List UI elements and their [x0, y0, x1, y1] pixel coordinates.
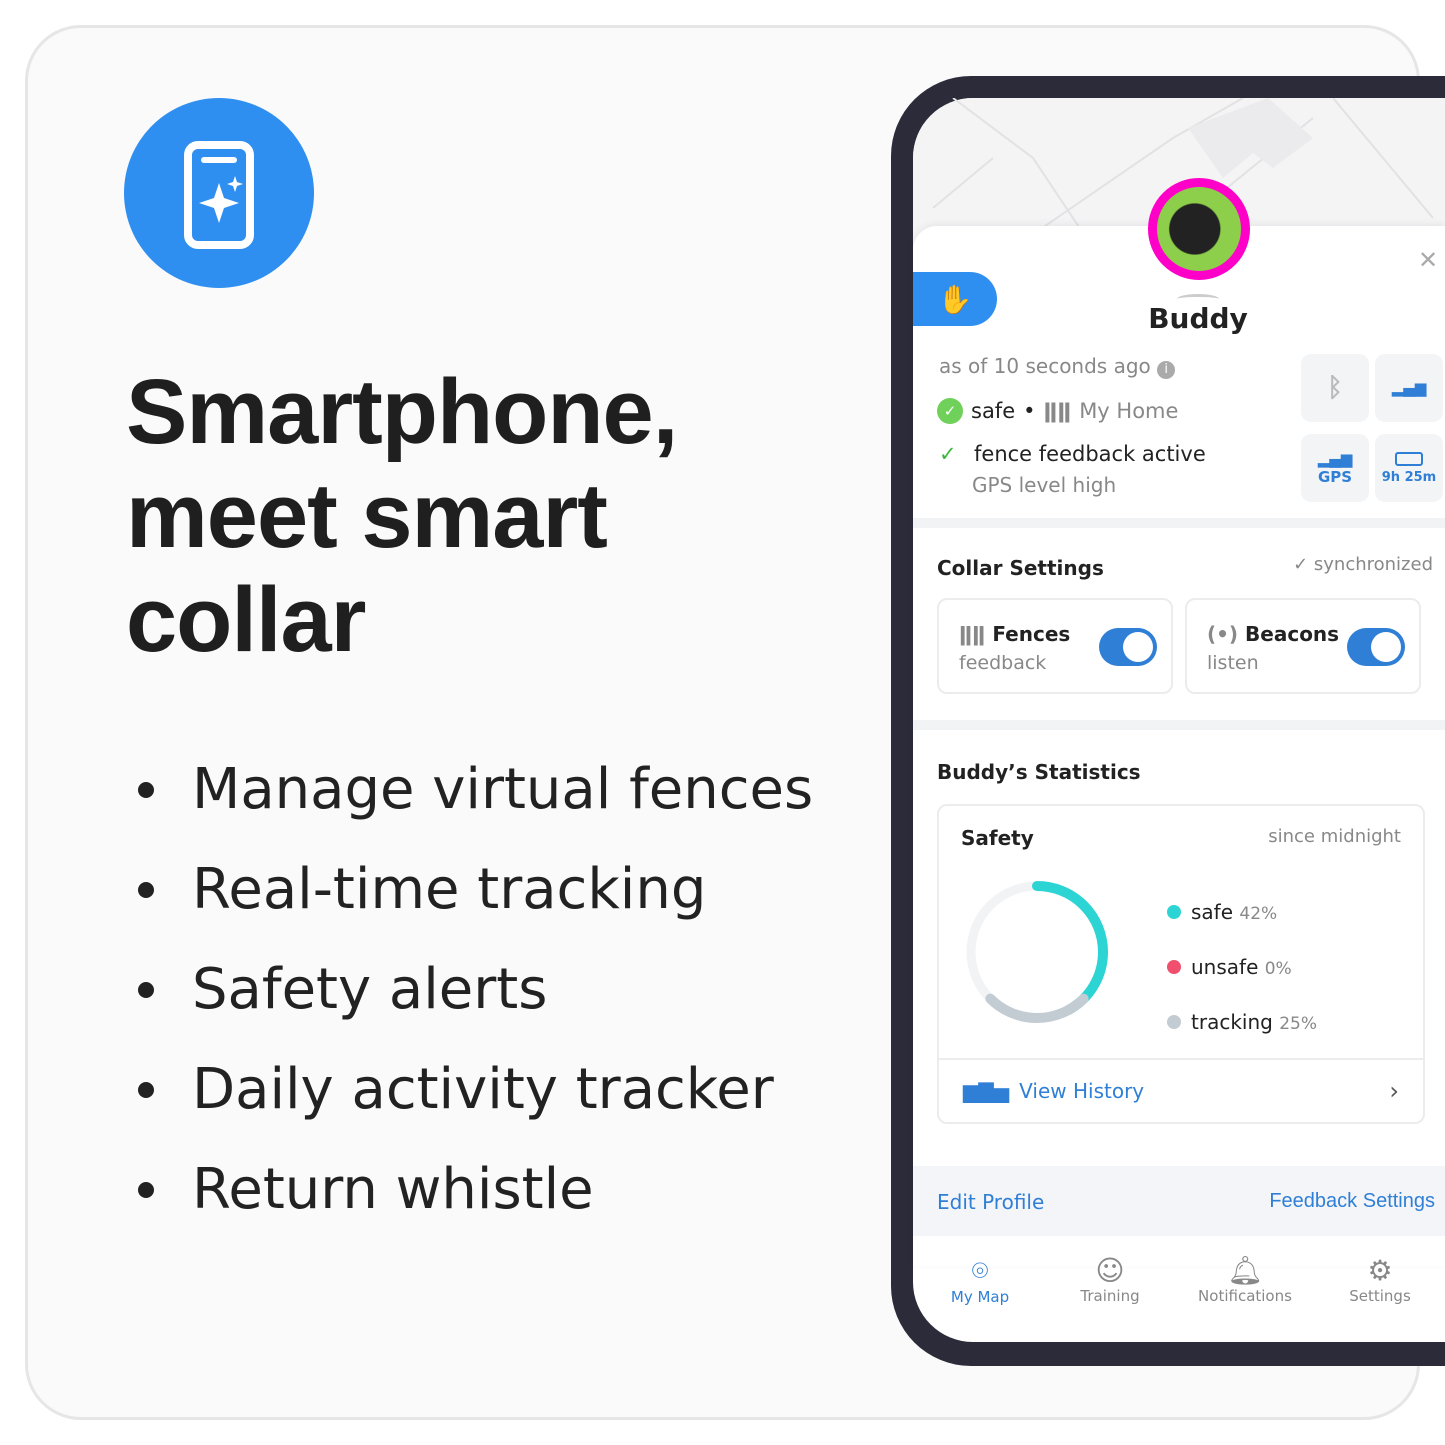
- period-label: since midnight: [1268, 826, 1401, 847]
- safety-status: safe: [971, 399, 1016, 423]
- fence-icon: ǁǁ: [1043, 399, 1072, 423]
- fences-toggle[interactable]: [1099, 628, 1157, 666]
- trainer-face-icon: ☺: [1095, 1254, 1125, 1287]
- signal-icon: ▂▄▆: [1391, 379, 1427, 397]
- feature-item: Safety alerts: [130, 952, 813, 1052]
- view-history-label: View History: [1019, 1079, 1145, 1103]
- headline-line: Smartphone,: [126, 361, 678, 463]
- fences-label: Fences: [992, 622, 1071, 646]
- gps-level: GPS level high: [972, 473, 1117, 497]
- donut-segment-tracking: [966, 881, 1108, 1023]
- view-history-link[interactable]: ▆▇▅ View History ›: [939, 1058, 1423, 1122]
- feature-item: Daily activity tracker: [130, 1052, 813, 1152]
- headline: Smartphone, meet smart collar: [126, 360, 678, 672]
- battery-icon: [1395, 451, 1423, 466]
- beacons-setting: (•) Beacons listen: [1185, 598, 1421, 694]
- divider: [913, 720, 1445, 730]
- safety-donut: [966, 881, 1108, 1023]
- info-icon[interactable]: i: [1157, 361, 1176, 379]
- battery-tile[interactable]: 9h 25m: [1375, 434, 1443, 502]
- legend-dot: [1167, 905, 1181, 919]
- pet-name: Buddy: [1148, 302, 1248, 335]
- nav-settings[interactable]: ⚙ Settings: [1320, 1254, 1440, 1305]
- feature-item: Manage virtual fences: [130, 752, 813, 852]
- fences-setting: ǁǁ Fences feedback: [937, 598, 1173, 694]
- gps-label: GPS: [1317, 468, 1353, 486]
- safety-card: Safety since midnight safe 42% unsafe 0%…: [937, 804, 1425, 1124]
- feedback-status: fence feedback active: [974, 442, 1206, 466]
- nav-my-map[interactable]: ⌾ My Map: [920, 1254, 1040, 1306]
- signal-tile[interactable]: ▂▄▆: [1375, 354, 1443, 422]
- bar-chart-icon: ▆▇▅: [963, 1079, 1010, 1103]
- feature-item: Real-time tracking: [130, 852, 813, 952]
- legend-dot: [1167, 1015, 1181, 1029]
- nav-notifications[interactable]: 🔔︎ Notifications: [1185, 1254, 1305, 1305]
- bluetooth-off-icon: ᛒ: [1327, 373, 1343, 403]
- zone-name: My Home: [1079, 399, 1179, 423]
- collar-settings-title: Collar Settings: [937, 556, 1104, 580]
- gear-icon: ⚙: [1367, 1254, 1393, 1287]
- headline-line: meet smart: [126, 465, 608, 567]
- beacons-toggle[interactable]: [1347, 628, 1405, 666]
- chevron-right-icon: ›: [1389, 1077, 1399, 1105]
- profile-links: Edit Profile Feedback Settings: [913, 1166, 1445, 1236]
- fence-icon: ǁǁ: [959, 622, 993, 646]
- check-icon: ✓: [939, 442, 957, 466]
- map-pin-icon: ⌾: [971, 1254, 989, 1287]
- statistics-title: Buddy’s Statistics: [937, 760, 1141, 784]
- pet-sheet: ✋ ✕ Buddy as of 10 seconds ago i ✓ safe …: [913, 226, 1445, 1266]
- beacon-icon: (•): [1207, 622, 1246, 646]
- battery-label: 9h 25m: [1381, 469, 1437, 485]
- close-icon[interactable]: ✕: [1418, 246, 1438, 274]
- gps-signal-icon: ▂▄▆: [1317, 450, 1353, 468]
- bell-icon: 🔔︎: [1227, 1254, 1263, 1287]
- legend-safe: safe 42%: [1167, 886, 1317, 941]
- nav-training[interactable]: ☺ Training: [1050, 1254, 1170, 1305]
- gps-tile[interactable]: ▂▄▆ GPS: [1301, 434, 1369, 502]
- safety-title: Safety: [961, 826, 1034, 850]
- edit-profile-link[interactable]: Edit Profile: [937, 1190, 1044, 1214]
- legend-dot: [1167, 960, 1181, 974]
- sync-status: ✓ synchronized: [1293, 554, 1433, 575]
- check-icon: ✓: [1293, 554, 1314, 575]
- separator: •: [1023, 399, 1036, 423]
- smartphone-sparkle-icon: [124, 98, 314, 288]
- fences-sub: feedback: [959, 652, 1047, 674]
- legend-unsafe: unsafe 0%: [1167, 941, 1317, 996]
- pet-avatar[interactable]: [1148, 178, 1250, 280]
- feature-item: Return whistle: [130, 1152, 813, 1252]
- legend-tracking: tracking 25%: [1167, 996, 1317, 1051]
- headline-line: collar: [126, 569, 366, 671]
- beacons-sub: listen: [1207, 652, 1259, 674]
- phone-screen: ✋ ✕ Buddy as of 10 seconds ago i ✓ safe …: [913, 97, 1445, 1342]
- bluetooth-off-tile[interactable]: ᛒ: [1301, 354, 1369, 422]
- divider: [913, 518, 1445, 528]
- feedback-settings-link[interactable]: Feedback Settings: [1269, 1190, 1435, 1213]
- feature-list: Manage virtual fences Real-time tracking…: [130, 752, 813, 1252]
- last-updated: as of 10 seconds ago: [939, 354, 1151, 378]
- check-circle-icon: ✓: [937, 398, 963, 424]
- beacons-label: Beacons: [1245, 622, 1340, 646]
